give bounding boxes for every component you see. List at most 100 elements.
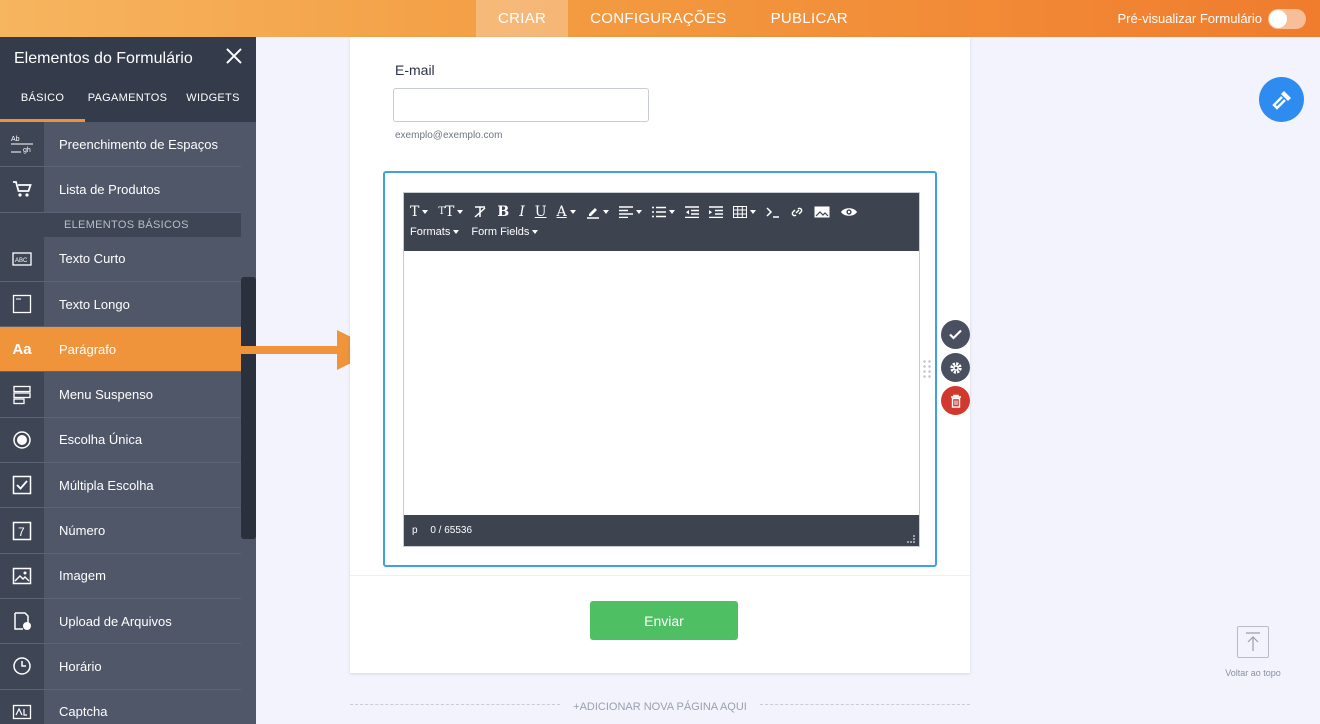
preview-eye-icon[interactable]	[840, 206, 858, 218]
close-icon[interactable]	[224, 46, 244, 66]
main-tabs: CRIAR CONFIGURAÇÕES PUBLICAR	[476, 0, 870, 37]
sidebar-scrollbar[interactable]	[241, 277, 256, 539]
paragraph-icon: Aa	[0, 327, 44, 372]
code-icon[interactable]	[766, 206, 780, 218]
back-to-top-label: Voltar ao topo	[1225, 668, 1281, 678]
number-icon: 7	[0, 508, 44, 553]
element-path: p	[412, 525, 418, 536]
sidebar-item-label: Lista de Produtos	[59, 181, 161, 197]
sidebar-item-dropdown[interactable]: Menu Suspenso	[0, 372, 241, 418]
check-icon	[949, 329, 962, 340]
form-divider	[350, 575, 970, 576]
checkbox-icon	[0, 463, 44, 508]
table-icon[interactable]	[732, 205, 756, 218]
italic-icon[interactable]: I	[519, 204, 525, 220]
sidebar-item-label: Texto Longo	[59, 296, 130, 312]
email-field[interactable]	[393, 88, 649, 122]
delete-button[interactable]	[941, 386, 970, 415]
gear-icon	[949, 361, 962, 374]
resize-handle-icon[interactable]	[907, 535, 915, 543]
sidebar-title: Elementos do Formulário	[14, 50, 193, 67]
char-count: 0 / 65536	[430, 525, 473, 536]
back-to-top[interactable]: Voltar ao topo	[1222, 626, 1284, 678]
sidebar-item-paragraph[interactable]: Aa Parágrafo	[0, 327, 241, 373]
tab-criar[interactable]: CRIAR	[476, 0, 569, 37]
tab-configuracoes[interactable]: CONFIGURAÇÕES	[568, 0, 748, 37]
submit-button[interactable]: Enviar	[590, 601, 738, 640]
dashed-line	[350, 704, 560, 705]
sidebar-item-time[interactable]: Horário	[0, 644, 241, 690]
section-basic-elements: ELEMENTOS BÁSICOS	[0, 212, 241, 237]
sidebar-item-long-text[interactable]: Texto Longo	[0, 281, 241, 328]
paint-roller-icon	[1271, 90, 1291, 110]
form-designer-button[interactable]	[1259, 77, 1304, 122]
svg-text:Ab: Ab	[11, 136, 20, 143]
text-color-icon[interactable]: A	[557, 204, 576, 220]
image-icon	[0, 553, 44, 598]
preview-toggle[interactable]	[1268, 8, 1306, 29]
tab-pagamentos[interactable]: PAGAMENTOS	[85, 78, 170, 122]
sidebar-item-file-upload[interactable]: Upload de Arquivos	[0, 598, 241, 645]
form-canvas: E-mail exemplo@exemplo.com T TT B I U A	[350, 37, 970, 673]
confirm-button[interactable]	[941, 320, 970, 349]
form-elements-sidebar: Elementos do Formulário BÁSICO PAGAMENTO…	[0, 37, 256, 724]
font-size-icon[interactable]: TT	[438, 204, 464, 220]
sidebar-item-label: Upload de Arquivos	[59, 613, 172, 629]
short-text-icon: ABC	[0, 236, 44, 281]
file-upload-icon	[0, 598, 44, 644]
sidebar-item-label: Captcha	[59, 704, 108, 720]
highlight-icon[interactable]	[586, 205, 609, 219]
email-sublabel: exemplo@exemplo.com	[395, 130, 503, 141]
email-label: E-mail	[395, 62, 435, 78]
settings-button[interactable]	[941, 353, 970, 382]
add-page-label: +ADICIONAR NOVA PÁGINA AQUI	[573, 701, 747, 713]
align-icon[interactable]	[618, 205, 642, 218]
sidebar-item-captcha[interactable]: Captcha	[0, 689, 241, 724]
outdent-icon[interactable]	[684, 205, 699, 218]
radio-icon	[0, 417, 44, 463]
svg-text:7: 7	[18, 525, 25, 539]
arrow-up-icon	[1237, 626, 1269, 658]
sidebar-item-number[interactable]: 7 Número	[0, 508, 241, 554]
section-label: ELEMENTOS BÁSICOS	[64, 218, 189, 231]
sidebar-item-label: Parágrafo	[59, 341, 117, 357]
tab-widgets[interactable]: WIDGETS	[170, 78, 256, 122]
sidebar-item-image[interactable]: Imagem	[0, 553, 241, 599]
insert-image-icon[interactable]	[814, 206, 830, 218]
clear-format-icon[interactable]	[473, 205, 487, 219]
sidebar-item-single-choice[interactable]: Escolha Única	[0, 417, 241, 464]
list-icon[interactable]	[651, 206, 675, 218]
sidebar-item-short-text[interactable]: ABC Texto Curto	[0, 236, 241, 282]
clock-icon	[0, 644, 44, 689]
tab-basico[interactable]: BÁSICO	[0, 78, 85, 122]
sidebar-tabs: BÁSICO PAGAMENTOS WIDGETS	[0, 78, 256, 122]
form-fields-menu[interactable]: Form Fields	[471, 226, 539, 238]
sidebar-item-label: Texto Curto	[59, 251, 126, 267]
sidebar-item-label: Escolha Única	[59, 432, 143, 448]
underline-icon[interactable]: U	[535, 204, 547, 220]
paragraph-field-selected[interactable]: T TT B I U A Formats Form Fields p 0 / 6…	[383, 171, 937, 567]
tab-publicar[interactable]: PUBLICAR	[749, 0, 870, 37]
svg-text:gh: gh	[23, 147, 31, 154]
dashed-line	[760, 704, 970, 705]
trash-icon	[950, 394, 961, 408]
font-family-icon[interactable]: T	[410, 204, 429, 220]
rich-text-editor: T TT B I U A Formats Form Fields p 0 / 6…	[403, 192, 920, 547]
editor-toolbar: T TT B I U A Formats Form Fields	[404, 193, 919, 251]
drag-handle-icon[interactable]	[922, 359, 932, 379]
editor-content-area[interactable]	[404, 251, 919, 515]
add-new-page[interactable]: +ADICIONAR NOVA PÁGINA AQUI	[350, 697, 970, 713]
link-icon[interactable]	[790, 205, 804, 219]
sidebar-item-label: Imagem	[59, 568, 106, 584]
indent-icon[interactable]	[708, 205, 723, 218]
sidebar-item-fill-in-blank[interactable]: Ab gh Preenchimento de Espaços	[0, 122, 241, 168]
top-bar: CRIAR CONFIGURAÇÕES PUBLICAR Pré-visuali…	[0, 0, 1320, 37]
bold-icon[interactable]: B	[497, 204, 509, 220]
dropdown-icon	[0, 372, 44, 417]
svg-text:ABC: ABC	[15, 258, 28, 264]
sidebar-header: Elementos do Formulário	[0, 37, 256, 78]
sidebar-item-product-list[interactable]: Lista de Produtos	[0, 167, 241, 213]
preview-form: Pré-visualizar Formulário	[1118, 0, 1306, 37]
formats-menu[interactable]: Formats	[410, 226, 460, 238]
sidebar-item-multiple-choice[interactable]: Múltipla Escolha	[0, 463, 241, 509]
